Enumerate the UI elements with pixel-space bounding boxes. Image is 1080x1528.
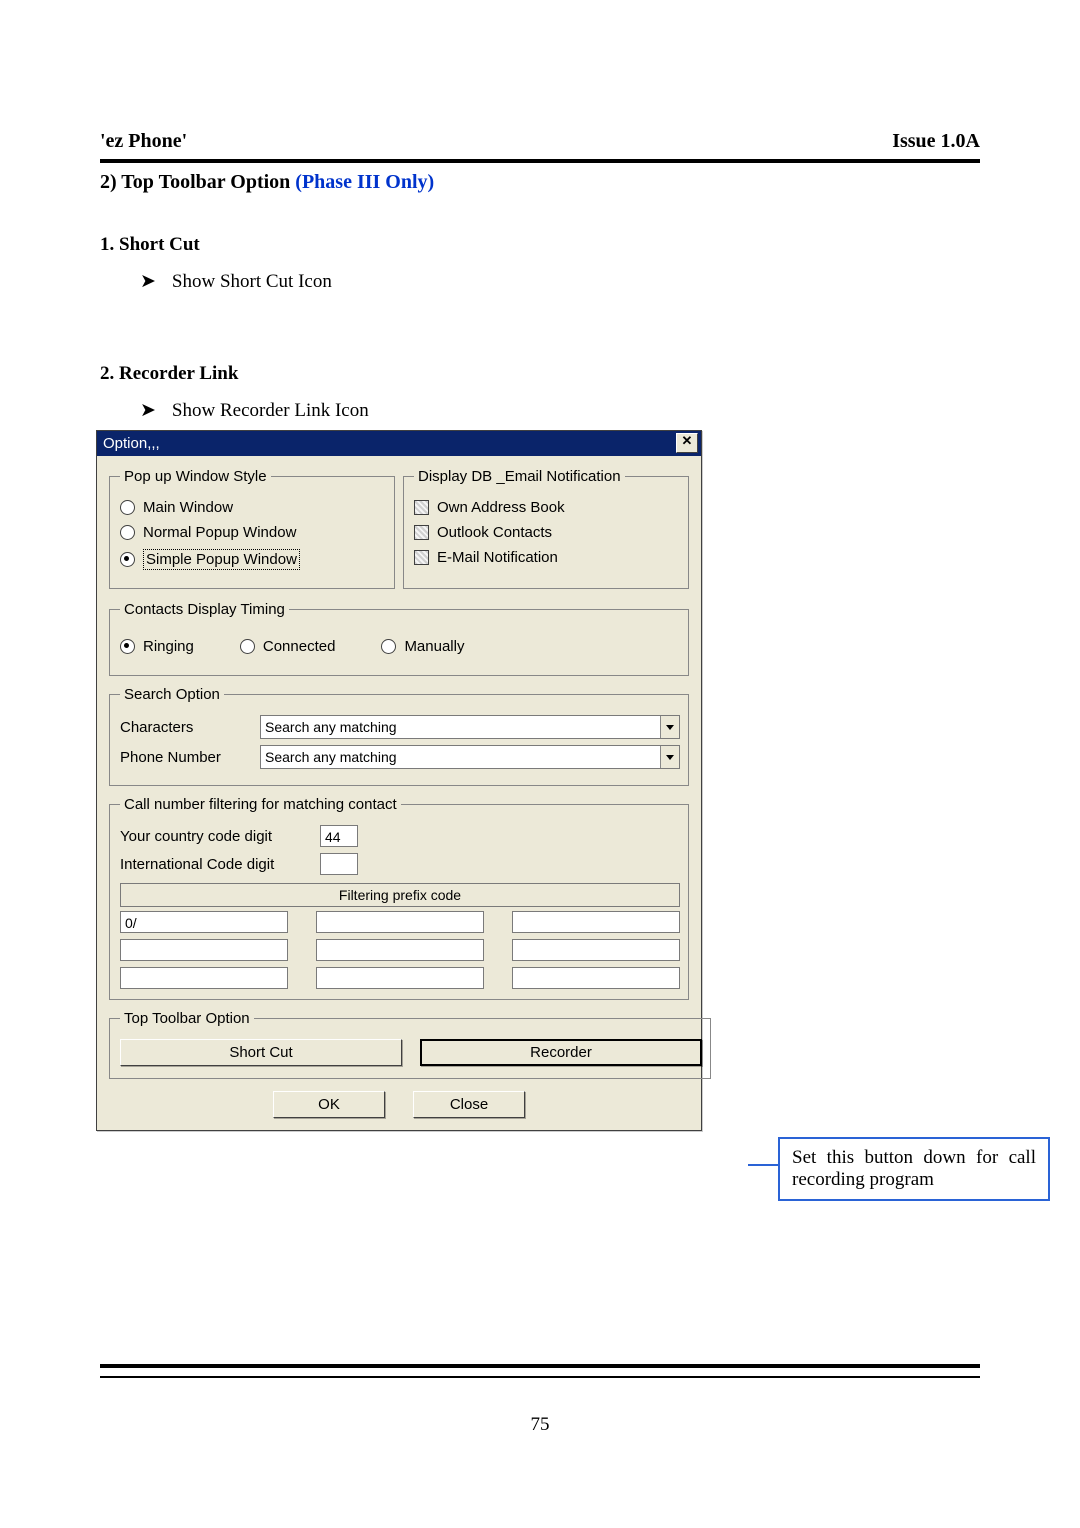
search-characters-label: Characters (120, 719, 260, 736)
header-rule (100, 159, 980, 163)
subsection-2-bullet-text: Show Recorder Link Icon (172, 400, 369, 421)
checkbox-icon (414, 525, 429, 540)
close-icon: ✕ (682, 433, 693, 448)
dropdown-value: Search any matching (261, 716, 660, 738)
top-toolbar-option-legend: Top Toolbar Option (120, 1010, 254, 1027)
popup-window-style-legend: Pop up Window Style (120, 468, 271, 485)
checkbox-email-notification[interactable]: E-Mail Notification (414, 549, 680, 566)
filtering-prefix-code-header: Filtering prefix code (120, 883, 680, 907)
dropdown-button[interactable] (660, 716, 679, 738)
prefix-cell[interactable] (512, 911, 680, 933)
prefix-cell[interactable] (316, 967, 484, 989)
checkbox-icon (414, 500, 429, 515)
close-dialog-button[interactable]: Close (413, 1091, 525, 1118)
header-issue: Issue 1.0A (892, 130, 980, 153)
radio-label: Normal Popup Window (143, 524, 296, 541)
radio-main-window[interactable]: Main Window (120, 499, 386, 516)
radio-icon (120, 552, 135, 567)
section-title-text: 2) Top Toolbar Option (100, 171, 295, 193)
display-db-email-legend: Display DB _Email Notification (414, 468, 625, 485)
popup-window-style-group: Pop up Window Style Main Window Normal P… (109, 468, 395, 589)
footer-rules (100, 1364, 980, 1378)
callout-text: Set this button down for call recording … (792, 1147, 1036, 1190)
prefix-cell[interactable]: 0/ (120, 911, 288, 933)
radio-icon (120, 525, 135, 540)
radio-simple-popup-window[interactable]: Simple Popup Window (120, 549, 386, 570)
document-header: 'ez Phone' Issue 1.0A (100, 130, 980, 153)
bullet-arrow-icon: ➤ (140, 400, 156, 421)
radio-label: Simple Popup Window (143, 549, 300, 570)
radio-icon (240, 639, 255, 654)
call-number-filtering-group: Call number filtering for matching conta… (109, 796, 689, 1000)
international-code-digit-input[interactable] (320, 853, 358, 875)
radio-label: Manually (404, 638, 464, 655)
chevron-down-icon (666, 725, 674, 730)
short-cut-button[interactable]: Short Cut (120, 1039, 402, 1066)
prefix-cell[interactable] (512, 967, 680, 989)
page-number: 75 (0, 1414, 1080, 1436)
ok-button[interactable]: OK (273, 1091, 385, 1118)
dialog-title: Option,,, (103, 435, 160, 452)
option-dialog: Option,,, ✕ Pop up Window Style Main Win… (96, 430, 702, 1131)
search-option-group: Search Option Characters Search any matc… (109, 686, 689, 786)
radio-connected[interactable]: Connected (240, 638, 336, 655)
close-button[interactable]: ✕ (676, 433, 698, 453)
subsection-1-heading: 1. Short Cut (100, 234, 980, 256)
chevron-down-icon (666, 755, 674, 760)
prefix-cell[interactable] (120, 967, 288, 989)
country-code-digit-label: Your country code digit (120, 828, 320, 845)
checkbox-label: Outlook Contacts (437, 524, 552, 541)
country-code-digit-input[interactable]: 44 (320, 825, 358, 847)
radio-label: Connected (263, 638, 336, 655)
filtering-prefix-grid: 0/ (120, 911, 680, 989)
callout-box: Set this button down for call recording … (778, 1137, 1050, 1201)
top-toolbar-option-group: Top Toolbar Option Short Cut Recorder (109, 1010, 711, 1079)
radio-icon (381, 639, 396, 654)
checkbox-own-address-book[interactable]: Own Address Book (414, 499, 680, 516)
subsection-1-bullet: ➤ Show Short Cut Icon (140, 270, 980, 293)
radio-label: Ringing (143, 638, 194, 655)
checkbox-label: Own Address Book (437, 499, 565, 516)
checkbox-label: E-Mail Notification (437, 549, 558, 566)
subsection-2-heading: 2. Recorder Link (100, 363, 980, 385)
checkbox-icon (414, 550, 429, 565)
contacts-display-timing-group: Contacts Display Timing Ringing Connecte… (109, 601, 689, 676)
search-characters-dropdown[interactable]: Search any matching (260, 715, 680, 739)
prefix-cell[interactable] (512, 939, 680, 961)
dialog-titlebar[interactable]: Option,,, ✕ (97, 431, 701, 456)
radio-icon (120, 500, 135, 515)
dropdown-button[interactable] (660, 746, 679, 768)
dropdown-value: Search any matching (261, 746, 660, 768)
prefix-cell[interactable] (316, 911, 484, 933)
call-number-filtering-legend: Call number filtering for matching conta… (120, 796, 401, 813)
recorder-button[interactable]: Recorder (420, 1039, 702, 1066)
prefix-cell[interactable] (120, 939, 288, 961)
contacts-display-timing-legend: Contacts Display Timing (120, 601, 289, 618)
subsection-2-bullet: ➤ Show Recorder Link Icon (140, 399, 980, 422)
search-phone-number-dropdown[interactable]: Search any matching (260, 745, 680, 769)
radio-manually[interactable]: Manually (381, 638, 464, 655)
search-phone-number-label: Phone Number (120, 749, 260, 766)
section-title: 2) Top Toolbar Option (Phase III Only) (100, 171, 980, 194)
prefix-cell[interactable] (316, 939, 484, 961)
callout-connector (748, 1164, 780, 1166)
header-app-name: 'ez Phone' (100, 130, 187, 153)
display-db-email-group: Display DB _Email Notification Own Addre… (403, 468, 689, 589)
search-option-legend: Search Option (120, 686, 224, 703)
international-code-digit-label: International Code digit (120, 856, 320, 873)
radio-ringing[interactable]: Ringing (120, 638, 194, 655)
radio-icon (120, 639, 135, 654)
bullet-arrow-icon: ➤ (140, 271, 156, 292)
checkbox-outlook-contacts[interactable]: Outlook Contacts (414, 524, 680, 541)
section-title-phase: (Phase III Only) (295, 171, 434, 193)
radio-normal-popup-window[interactable]: Normal Popup Window (120, 524, 386, 541)
subsection-1-bullet-text: Show Short Cut Icon (172, 271, 332, 292)
radio-label: Main Window (143, 499, 233, 516)
